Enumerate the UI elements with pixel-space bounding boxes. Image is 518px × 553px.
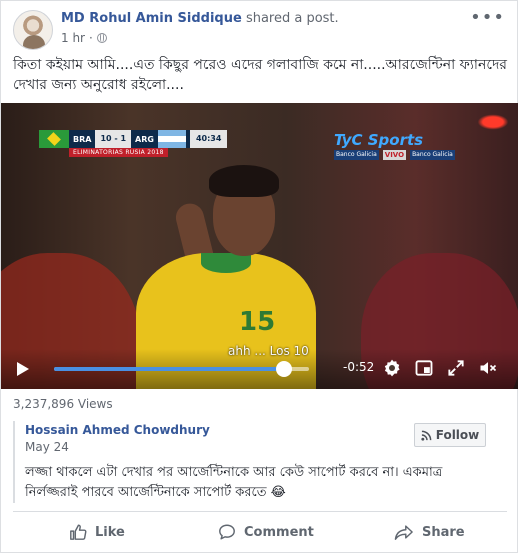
home-team: BRA: [73, 134, 92, 144]
divider: [13, 511, 507, 512]
rss-icon: [421, 430, 432, 441]
view-count: 3,237,896 Views: [13, 397, 113, 411]
post-meta: 1 hr ·: [61, 31, 107, 45]
play-icon[interactable]: [17, 362, 29, 376]
globe-icon: [96, 33, 107, 43]
comment-icon: [219, 524, 235, 540]
share-icon: [394, 525, 413, 540]
sponsor-tag: Banco Galicia: [334, 150, 379, 160]
channel-watermark: [475, 113, 511, 131]
author-name[interactable]: MD Rohul Amin Siddique: [61, 11, 242, 26]
score: 10 - 1: [95, 130, 132, 148]
competition-label: ELIMINATORIAS RUSIA 2018: [69, 148, 168, 157]
jersey-number: 15: [239, 307, 276, 337]
gear-icon[interactable]: [382, 358, 402, 378]
share-label: Share: [422, 524, 465, 540]
sponsor-tag: Banco Galicia: [410, 150, 455, 160]
like-label: Like: [95, 524, 125, 540]
more-options-icon[interactable]: •••: [470, 7, 505, 28]
shared-action-text: shared a post.: [245, 11, 339, 26]
broadcaster-tags: Banco Galicia VIVO Banco Galicia: [334, 150, 455, 160]
picture-in-picture-icon[interactable]: [414, 358, 434, 378]
progress-handle[interactable]: [275, 361, 292, 377]
post-timestamp[interactable]: 1 hr: [61, 31, 85, 45]
scorebug: BRA 10 - 1 ARG 40:34: [39, 130, 228, 148]
mute-icon[interactable]: [478, 358, 498, 378]
live-tag: VIVO: [382, 150, 407, 160]
away-team: ARG: [135, 134, 154, 144]
follow-label: Follow: [435, 428, 480, 442]
comment-button[interactable]: Comment: [218, 521, 314, 543]
progress-bar[interactable]: [54, 361, 309, 377]
comment-label: Comment: [244, 524, 314, 540]
post-card: MD Rohul Amin Siddique shared a post. 1 …: [0, 0, 518, 553]
share-button[interactable]: Share: [394, 521, 465, 543]
progress-fill: [54, 367, 284, 371]
post-text: কিতা কইয়াম আমি....এত কিছুর পরেও এদের গল…: [13, 57, 508, 93]
like-button[interactable]: Like: [69, 521, 125, 543]
video-controls: -0:52: [1, 349, 518, 389]
broadcaster-logo: TyC Sports: [334, 131, 424, 149]
time-remaining: -0:52: [343, 360, 375, 374]
thumbs-up-icon: [70, 524, 87, 540]
expand-icon[interactable]: [446, 358, 466, 378]
shared-original-post: Hossain Ahmed Chowdhury May 24 Follow লজ…: [13, 419, 507, 505]
quote-bar: [13, 421, 15, 503]
original-author-name[interactable]: Hossain Ahmed Chowdhury: [25, 423, 210, 437]
post-header: MD Rohul Amin Siddique shared a post.: [61, 11, 339, 27]
original-post-text: লজ্জা থাকলে এটা দেখার পর আর্জেন্টিনাকে আ…: [25, 465, 443, 500]
brazil-flag-icon: [39, 130, 69, 148]
avatar[interactable]: [13, 10, 53, 50]
match-clock: 40:34: [189, 130, 228, 148]
argentina-flag-icon: [157, 130, 186, 148]
follow-button[interactable]: Follow: [414, 423, 486, 447]
video-player[interactable]: 15 BRA 10 - 1 ARG 40:34 ELIMINATORIAS RU…: [1, 103, 518, 389]
original-post-date[interactable]: May 24: [25, 440, 69, 454]
